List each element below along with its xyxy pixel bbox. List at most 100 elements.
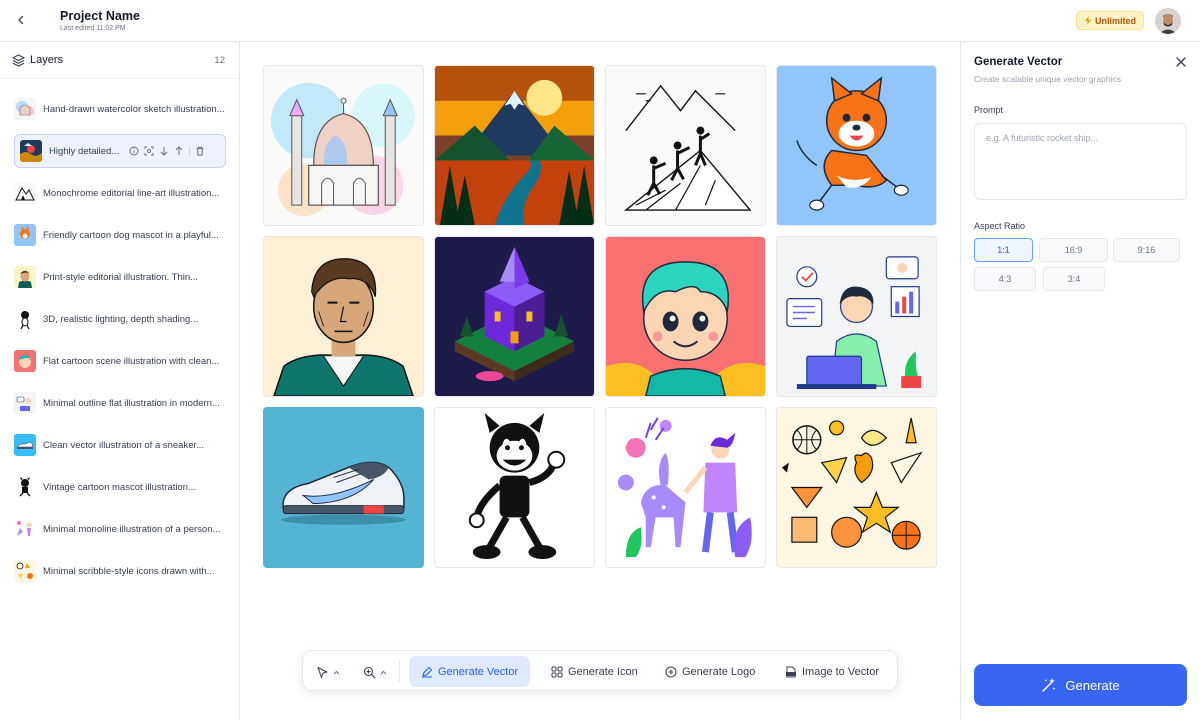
layer-label: Minimal outline flat illustration in mod… xyxy=(43,397,220,409)
layer-thumbnail xyxy=(14,560,36,582)
layer-label: Minimal monoline illustration of a perso… xyxy=(43,523,221,535)
canvas-area xyxy=(240,42,960,720)
layer-item-selected[interactable]: Highly detailed... xyxy=(14,134,226,168)
tile-scribble-icons[interactable] xyxy=(776,407,937,568)
ratio-option-3-4[interactable]: 3:4 xyxy=(1043,267,1105,291)
layer-item[interactable]: Minimal scribble-style icons drawn with.… xyxy=(14,560,232,582)
zoom-tool-button[interactable] xyxy=(363,662,387,682)
layers-title: Layers xyxy=(30,54,64,66)
tile-cartoon-boy[interactable] xyxy=(605,236,766,397)
layer-label: Hand-drawn watercolor sketch illustratio… xyxy=(43,103,225,115)
image-to-vector-label: Image to Vector xyxy=(802,665,880,678)
bottom-toolbar: Generate Vector Generate Icon Generate L… xyxy=(302,650,898,691)
magic-wand-icon xyxy=(1042,678,1056,692)
layer-item[interactable]: Vintage cartoon mascot illustration... xyxy=(14,476,232,498)
user-avatar-image xyxy=(1155,8,1181,34)
layer-item[interactable]: Hand-drawn watercolor sketch illustratio… xyxy=(14,98,232,120)
divider xyxy=(189,146,191,156)
plus-circle-icon xyxy=(665,665,677,678)
generate-vector-label: Generate Vector xyxy=(438,665,519,678)
layer-thumbnail xyxy=(14,476,36,498)
chevron-up-icon xyxy=(380,670,387,674)
avatar[interactable] xyxy=(1155,8,1181,34)
layer-label: Monochrome editorial line-art illustrati… xyxy=(43,187,220,199)
svg-file-icon xyxy=(786,666,796,677)
panel-title: Generate Vector xyxy=(974,56,1063,68)
lightning-icon xyxy=(1084,16,1092,25)
layer-item[interactable]: Minimal monoline illustration of a perso… xyxy=(14,518,232,540)
plan-badge-label: Unlimited xyxy=(1095,15,1137,26)
layer-actions xyxy=(129,146,205,156)
generate-panel: Generate Vector Create scalable unique v… xyxy=(960,42,1200,720)
layer-thumbnail xyxy=(14,434,36,456)
layer-label: Clean vector illustration of a sneaker..… xyxy=(43,439,205,451)
generate-logo-label: Generate Logo xyxy=(682,665,756,678)
layer-label: Minimal scribble-style icons drawn with.… xyxy=(43,565,215,577)
layer-item[interactable]: Print-style editorial illustration. Thin… xyxy=(14,266,232,288)
chevron-left-icon xyxy=(18,15,24,25)
generate-button-label: Generate xyxy=(1065,677,1120,693)
chevron-up-icon xyxy=(333,670,340,674)
generate-vector-tab[interactable]: Generate Vector xyxy=(409,656,531,687)
close-icon xyxy=(1176,57,1186,67)
tile-watercolor-mosque[interactable] xyxy=(263,65,424,226)
tile-mountain-landscape[interactable] xyxy=(434,65,595,226)
generate-button[interactable]: Generate xyxy=(974,664,1187,706)
tile-cartoon-dog[interactable] xyxy=(776,65,937,226)
panel-subtitle: Create scalable unique vector graphics xyxy=(974,74,1121,84)
trash-icon[interactable] xyxy=(195,146,205,156)
project-name[interactable]: Project Name xyxy=(60,9,140,23)
layer-label: 3D, realistic lighting, depth shading... xyxy=(43,313,199,325)
layer-thumbnail xyxy=(14,308,36,330)
layer-thumbnail xyxy=(14,266,36,288)
layer-thumbnail xyxy=(14,182,36,204)
toolbar-divider xyxy=(399,660,400,682)
layer-item[interactable]: Minimal outline flat illustration in mod… xyxy=(14,392,232,414)
image-to-vector-tab[interactable]: Image to Vector xyxy=(773,656,891,687)
tile-person-laptop[interactable] xyxy=(776,236,937,397)
select-tool-button[interactable] xyxy=(316,662,340,682)
ratio-option-1-1[interactable]: 1:1 xyxy=(974,238,1033,262)
grid-icon xyxy=(551,666,563,677)
layer-thumbnail xyxy=(14,224,36,246)
pen-tool-icon xyxy=(422,666,433,677)
layer-label: Friendly cartoon dog mascot in a playful… xyxy=(43,229,219,241)
tile-vintage-mascot[interactable] xyxy=(434,407,595,568)
info-icon[interactable] xyxy=(129,146,139,156)
layer-item[interactable]: Monochrome editorial line-art illustrati… xyxy=(14,182,232,204)
generate-icon-tab[interactable]: Generate Icon xyxy=(539,656,650,687)
layer-thumbnail xyxy=(14,98,36,120)
ratio-option-16-9[interactable]: 16:9 xyxy=(1039,238,1108,262)
layer-item[interactable]: Flat cartoon scene illustration with cle… xyxy=(14,350,232,372)
layer-label: Flat cartoon scene illustration with cle… xyxy=(43,355,220,367)
layers-icon xyxy=(12,54,25,67)
ratio-option-4-3[interactable]: 4:3 xyxy=(974,267,1036,291)
tile-isometric-castle[interactable] xyxy=(434,236,595,397)
plan-badge[interactable]: Unlimited xyxy=(1076,11,1145,30)
layer-item[interactable]: 3D, realistic lighting, depth shading... xyxy=(14,308,232,330)
move-up-icon[interactable] xyxy=(174,146,184,156)
tile-hikers-lineart[interactable] xyxy=(605,65,766,226)
tile-editorial-portrait[interactable] xyxy=(263,236,424,397)
ratio-option-9-16[interactable]: 9:16 xyxy=(1113,238,1180,262)
layer-label: Highly detailed... xyxy=(49,145,120,157)
generate-logo-tab[interactable]: Generate Logo xyxy=(653,656,767,687)
layer-thumbnail xyxy=(14,392,36,414)
layer-item[interactable]: Friendly cartoon dog mascot in a playful… xyxy=(14,224,232,246)
cursor-icon xyxy=(317,666,328,678)
layer-item[interactable]: Clean vector illustration of a sneaker..… xyxy=(14,434,232,456)
focus-icon[interactable] xyxy=(144,146,154,156)
top-bar: Project Name Last edited 11:02 PM Unlimi… xyxy=(0,0,1200,42)
layer-label: Vintage cartoon mascot illustration... xyxy=(43,481,196,493)
move-down-icon[interactable] xyxy=(159,146,169,156)
close-button[interactable] xyxy=(1174,55,1188,69)
back-button[interactable] xyxy=(12,11,30,29)
layer-thumbnail xyxy=(14,350,36,372)
layer-thumbnail xyxy=(20,140,42,162)
layers-panel: Layers 12 Hand-drawn watercolor sketch i… xyxy=(0,42,240,720)
tile-woman-deer[interactable] xyxy=(605,407,766,568)
prompt-label: Prompt xyxy=(974,105,1004,115)
prompt-input[interactable] xyxy=(974,123,1187,200)
zoom-in-icon xyxy=(363,666,376,678)
tile-sneaker[interactable] xyxy=(263,407,424,568)
